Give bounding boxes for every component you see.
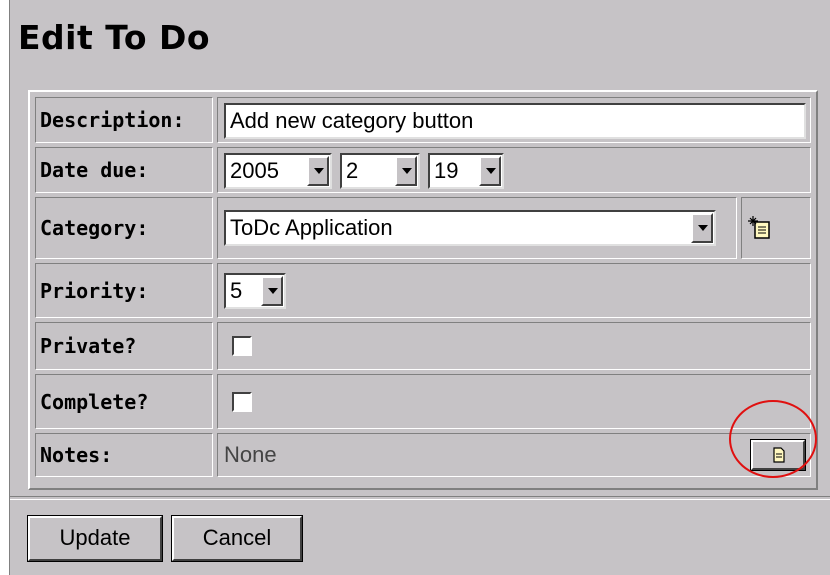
description-row: Description: Add new category button: [35, 97, 811, 143]
notes-value: None: [224, 442, 277, 467]
chevron-down-icon[interactable]: [307, 156, 329, 186]
divider: [10, 496, 830, 500]
private-row: Private?: [35, 322, 811, 370]
description-input[interactable]: Add new category button: [224, 103, 806, 139]
complete-label: Complete?: [40, 389, 149, 414]
notes-label: Notes:: [40, 443, 113, 467]
new-category-icon[interactable]: [748, 216, 774, 240]
chevron-down-icon[interactable]: [691, 213, 713, 243]
category-label: Category:: [40, 216, 149, 240]
edit-todo-form: Description: Add new category button Dat…: [28, 90, 818, 490]
update-button[interactable]: Update: [27, 515, 163, 562]
category-select[interactable]: ToDc Application: [224, 210, 716, 246]
chevron-down-icon[interactable]: [479, 156, 501, 186]
priority-row: Priority: 5: [35, 263, 811, 318]
date-due-label: Date due:: [40, 158, 149, 182]
notes-row: Notes: None: [35, 433, 811, 477]
cancel-button[interactable]: Cancel: [171, 515, 303, 562]
chevron-down-icon[interactable]: [395, 156, 417, 186]
description-label: Description:: [40, 108, 185, 132]
complete-checkbox[interactable]: [232, 391, 252, 412]
page-title: Edit To Do: [18, 18, 211, 57]
priority-select[interactable]: 5: [224, 273, 286, 309]
month-select[interactable]: 2: [340, 153, 420, 189]
day-select[interactable]: 19: [428, 153, 504, 189]
year-select[interactable]: 2005: [224, 153, 332, 189]
left-border: [0, 0, 10, 575]
private-checkbox[interactable]: [232, 336, 252, 356]
complete-row: Complete?: [35, 374, 811, 429]
chevron-down-icon[interactable]: [261, 276, 283, 306]
date-due-row: Date due: 2005 2 19: [35, 147, 811, 193]
edit-notes-button[interactable]: [750, 439, 806, 471]
edit-notes-icon: [773, 447, 785, 463]
private-label: Private?: [40, 334, 137, 358]
category-row: Category: ToDc Application: [35, 197, 811, 259]
priority-label: Priority:: [40, 278, 149, 303]
